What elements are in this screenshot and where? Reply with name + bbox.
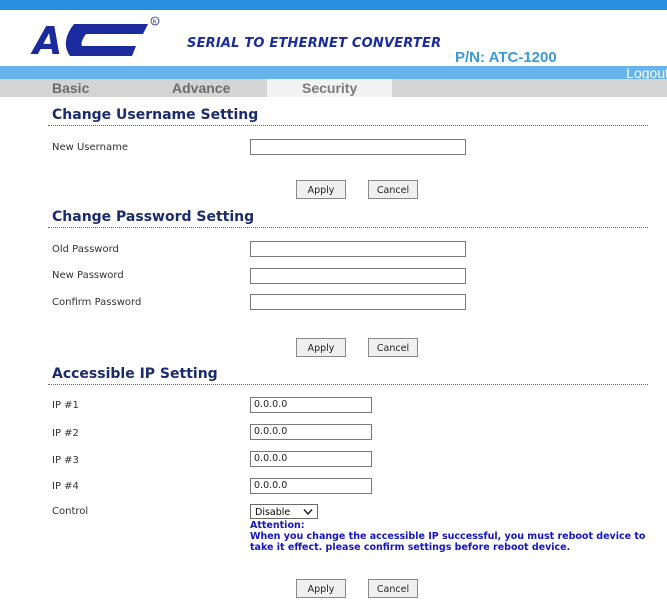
ip-cancel-button[interactable]: Cancel (368, 579, 418, 598)
attention-text: When you change the accessible IP succes… (250, 531, 646, 553)
ip-apply-button[interactable]: Apply (296, 579, 346, 598)
ip1-label: IP #1 (52, 400, 79, 411)
control-label: Control (52, 506, 89, 517)
part-number: P/N: ATC-1200 (455, 49, 557, 66)
new-password-input[interactable] (250, 268, 466, 284)
top-accent-bar (0, 0, 667, 10)
old-password-label: Old Password (52, 244, 119, 255)
ip2-input[interactable]: 0.0.0.0 (250, 424, 372, 440)
attention-title: Attention: (250, 520, 305, 531)
old-password-input[interactable] (250, 241, 466, 257)
section-divider (48, 227, 648, 228)
section-divider (48, 125, 648, 126)
tab-security[interactable]: Security (267, 79, 392, 97)
tab-bar-filler (392, 79, 667, 97)
section-divider (48, 384, 648, 385)
svg-text:R: R (153, 19, 157, 25)
atc-logo: A ADVANCED TECHNOLOGY R (30, 16, 160, 60)
tab-basic[interactable]: Basic (0, 79, 130, 97)
password-apply-button[interactable]: Apply (296, 338, 346, 357)
username-apply-button[interactable]: Apply (296, 180, 346, 199)
chevron-down-icon (303, 509, 313, 516)
ip3-label: IP #3 (52, 455, 79, 466)
tab-bar: Basic Advance Security (0, 79, 667, 97)
confirm-password-label: Confirm Password (52, 297, 142, 308)
confirm-password-input[interactable] (250, 294, 466, 310)
svg-text:A: A (30, 19, 62, 60)
ip2-label: IP #2 (52, 428, 79, 439)
control-select[interactable]: Disable (250, 504, 318, 519)
new-password-label: New Password (52, 270, 124, 281)
tab-advance[interactable]: Advance (130, 79, 267, 97)
header-band (0, 66, 667, 79)
header-title: SERIAL TO ETHERNET CONVERTER (187, 36, 442, 51)
svg-text:TECHNOLOGY: TECHNOLOGY (94, 40, 133, 46)
control-select-value: Disable (255, 507, 291, 518)
new-username-label: New Username (52, 142, 128, 153)
new-username-input[interactable] (250, 139, 466, 155)
password-cancel-button[interactable]: Cancel (368, 338, 418, 357)
ip1-input[interactable]: 0.0.0.0 (250, 397, 372, 413)
ip4-input[interactable]: 0.0.0.0 (250, 478, 372, 494)
attention-note: Attention: When you change the accessibl… (250, 520, 667, 553)
username-cancel-button[interactable]: Cancel (368, 180, 418, 199)
username-section-title: Change Username Setting (52, 107, 259, 123)
ip3-input[interactable]: 0.0.0.0 (250, 451, 372, 467)
ip-section-title: Accessible IP Setting (52, 366, 218, 382)
password-section-title: Change Password Setting (52, 209, 255, 225)
ip4-label: IP #4 (52, 481, 79, 492)
